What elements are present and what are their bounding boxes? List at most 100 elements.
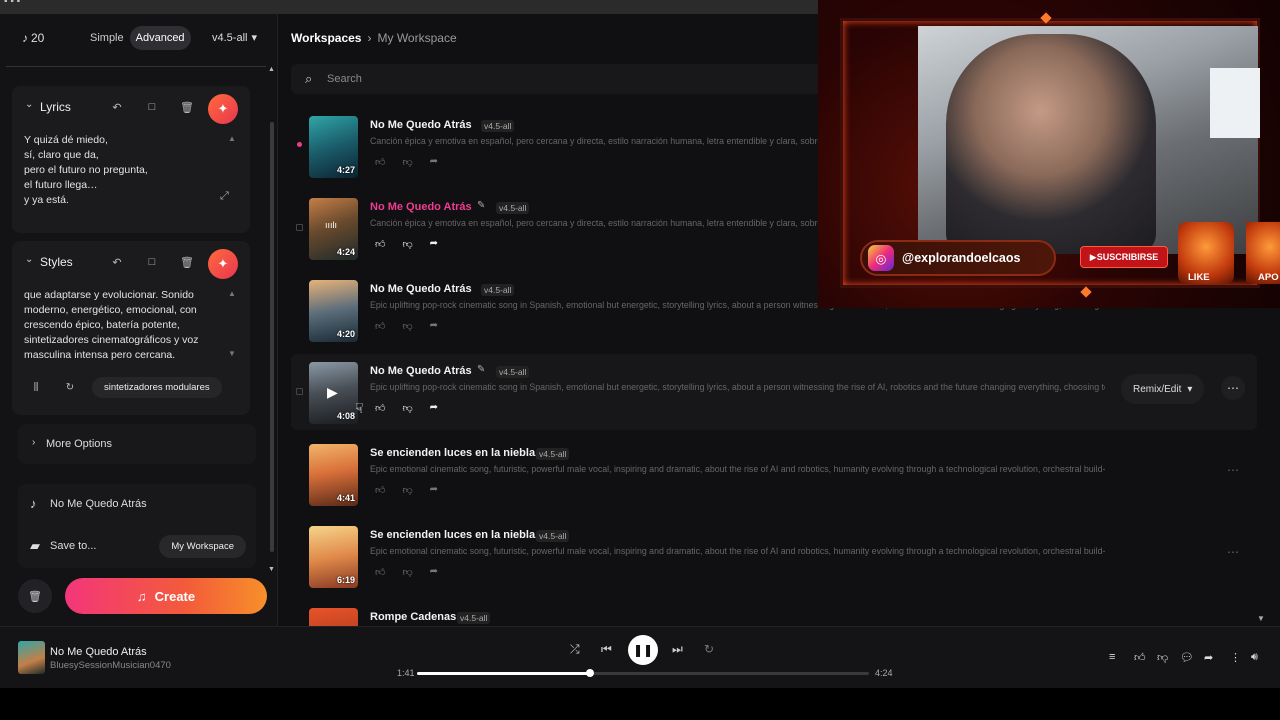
share-icon[interactable]: ➦ <box>430 402 438 414</box>
trash-icon[interactable]: 🗑 <box>174 94 200 120</box>
song-title-field[interactable]: ♪ No Me Quedo Atrás <box>18 484 256 526</box>
thumbs-down-icon[interactable]: 👎︎ <box>402 484 412 496</box>
credits-counter[interactable]: ♪ 20 <box>22 31 44 45</box>
breadcrumb-workspaces[interactable]: Workspaces <box>291 31 361 45</box>
thumbs-up-icon[interactable]: 👍︎ <box>375 320 385 332</box>
player-cover[interactable] <box>18 641 45 674</box>
bookmark-partial[interactable]: ▪ ▪ ▪ <box>4 0 20 7</box>
workspace-select[interactable]: My Workspace <box>159 535 246 558</box>
mode-advanced-button[interactable]: Advanced <box>129 26 191 50</box>
shuffle-icon[interactable]: ⤮ <box>570 642 580 657</box>
chevron-down-icon[interactable]: ⌄ <box>25 99 33 110</box>
search-input[interactable] <box>327 69 627 89</box>
track-row[interactable]: 4:41 Se encienden luces en la niebla, v4… <box>291 436 1257 512</box>
lyrics-card-header[interactable]: ⌄ Lyrics ↶ □ 🗑 ✦ <box>12 86 250 124</box>
share-icon[interactable]: ➦ <box>430 484 438 496</box>
share-icon[interactable]: ➦ <box>430 156 438 168</box>
more-options-icon[interactable]: ⋯ <box>1221 540 1245 564</box>
comment-icon[interactable]: 💬︎ <box>1180 651 1194 664</box>
magic-wand-icon[interactable]: ✦ <box>208 94 238 124</box>
pause-button[interactable]: ❚❚ <box>628 635 658 665</box>
thumbs-down-icon[interactable]: 👎︎ <box>402 320 412 332</box>
thumbs-up-icon[interactable]: 👍︎ <box>375 484 385 496</box>
pencil-icon[interactable]: ✎ <box>477 200 485 211</box>
clear-form-button[interactable]: 🗑 <box>18 579 52 613</box>
mode-simple-button[interactable]: Simple <box>84 26 130 50</box>
queue-icon[interactable]: ≡ <box>1109 651 1115 663</box>
styles-card-header[interactable]: ⌄ Styles ↶ □ 🗑 ✦ <box>12 241 250 279</box>
refresh-icon[interactable]: ↻ <box>58 382 82 393</box>
track-row[interactable]: 6:19 Se encienden luces en la niebla, v4… <box>291 518 1257 594</box>
track-row[interactable]: Rompe Cadenas v4.5-all <box>291 600 1257 626</box>
trash-icon[interactable]: 🗑 <box>174 249 200 275</box>
thumbs-down-icon[interactable]: 👎︎ <box>402 566 412 578</box>
scroll-up-icon[interactable]: ▲ <box>228 134 236 143</box>
model-select[interactable]: v4.5-all ▾ <box>212 31 257 45</box>
thumbs-up-icon[interactable]: 👍︎ <box>375 156 385 168</box>
progress-bar[interactable] <box>417 669 869 677</box>
track-cover[interactable]: 4:41 <box>309 444 358 506</box>
thumbs-down-icon[interactable]: 👎︎ <box>402 402 412 414</box>
track-title[interactable]: Se encienden luces en la niebla, <box>370 447 538 459</box>
scroll-down-arrow-icon[interactable]: ▼ <box>1257 614 1265 623</box>
player-artist[interactable]: BluesySessionMusician0470 <box>50 660 171 671</box>
track-title[interactable]: Rompe Cadenas <box>370 611 456 623</box>
lyrics-text[interactable]: Y quizá dé miedo, sí, claro que da, pero… <box>24 133 224 208</box>
previous-icon[interactable]: ⏮ <box>601 642 612 657</box>
share-icon[interactable]: ➦ <box>1204 651 1213 664</box>
thumbs-up-icon[interactable]: 👍︎ <box>375 402 385 414</box>
more-options-toggle[interactable]: › More Options <box>18 424 256 464</box>
library-icon[interactable]: ⫼ <box>24 382 48 393</box>
remix-edit-button[interactable]: Remix/Edit ▾ <box>1121 374 1205 404</box>
track-row[interactable]: ▶ 4:08 No Me Quedo Atrás ✎ v4.5-all Epic… <box>291 354 1257 430</box>
share-icon[interactable]: ➦ <box>430 320 438 332</box>
thumbs-down-icon[interactable]: 👎︎ <box>402 156 412 168</box>
chevron-down-icon[interactable]: ⌄ <box>25 254 33 265</box>
more-options-icon[interactable]: ⋯ <box>1221 458 1245 482</box>
track-select-checkbox[interactable] <box>296 388 303 395</box>
style-tag-chip[interactable]: sintetizadores modulares <box>92 376 222 398</box>
volume-icon[interactable]: 🔊︎ <box>1251 651 1258 664</box>
play-icon[interactable]: ▶ <box>327 384 338 401</box>
track-cover[interactable]: 6:19 <box>309 526 358 588</box>
scrollbar-thumb[interactable] <box>270 122 274 552</box>
undo-icon[interactable]: ↶ <box>104 94 130 120</box>
track-title[interactable]: No Me Quedo Atrás <box>370 201 472 213</box>
thumbs-up-icon[interactable]: 👍︎ <box>375 238 385 250</box>
thumbs-down-icon[interactable]: 👎︎ <box>1157 651 1168 664</box>
track-cover[interactable]: 4:27 <box>309 116 358 178</box>
scroll-up-arrow-icon[interactable]: ▲ <box>268 66 275 73</box>
scroll-down-icon[interactable]: ▼ <box>228 349 236 358</box>
expand-icon[interactable]: ⤢ <box>220 190 229 203</box>
scroll-up-icon[interactable]: ▲ <box>228 289 236 298</box>
share-icon[interactable]: ➦ <box>430 566 438 578</box>
thumbs-down-icon[interactable]: 👎︎ <box>402 238 412 250</box>
track-cover[interactable]: ııılı 4:24 <box>309 198 358 260</box>
track-cover[interactable] <box>309 608 358 626</box>
track-title[interactable]: No Me Quedo Atrás <box>370 365 472 377</box>
track-cover[interactable]: ▶ 4:08 <box>309 362 358 424</box>
player-title[interactable]: No Me Quedo Atrás <box>50 646 147 658</box>
track-cover[interactable]: 4:20 <box>309 280 358 342</box>
progress-knob[interactable] <box>585 669 594 677</box>
copy-icon[interactable]: □ <box>139 94 165 120</box>
magic-wand-icon[interactable]: ✦ <box>208 249 238 279</box>
undo-icon[interactable]: ↶ <box>104 249 130 275</box>
create-panel-scrollbar[interactable]: ▲ ▼ <box>268 66 276 574</box>
track-title[interactable]: No Me Quedo Atrás <box>370 283 472 295</box>
thumbs-up-icon[interactable]: 👍︎ <box>375 566 385 578</box>
create-button[interactable]: ♫ Create <box>65 578 267 614</box>
copy-icon[interactable]: □ <box>139 249 165 275</box>
thumbs-up-icon[interactable]: 👍︎ <box>1134 651 1146 664</box>
more-options-icon[interactable]: ⋮ <box>1230 651 1241 664</box>
track-title[interactable]: Se encienden luces en la niebla, <box>370 529 538 541</box>
styles-text[interactable]: que adaptarse y evolucionar. Sonido mode… <box>24 288 229 363</box>
share-icon[interactable]: ➦ <box>430 238 438 250</box>
more-options-icon[interactable]: ⋯ <box>1221 376 1245 400</box>
track-select-checkbox[interactable] <box>296 224 303 231</box>
next-icon[interactable]: ⏭ <box>672 642 683 657</box>
pencil-icon[interactable]: ✎ <box>477 364 485 375</box>
track-title[interactable]: No Me Quedo Atrás <box>370 119 472 131</box>
repeat-icon[interactable]: ↻ <box>704 642 714 656</box>
scroll-down-arrow-icon[interactable]: ▼ <box>268 566 275 573</box>
